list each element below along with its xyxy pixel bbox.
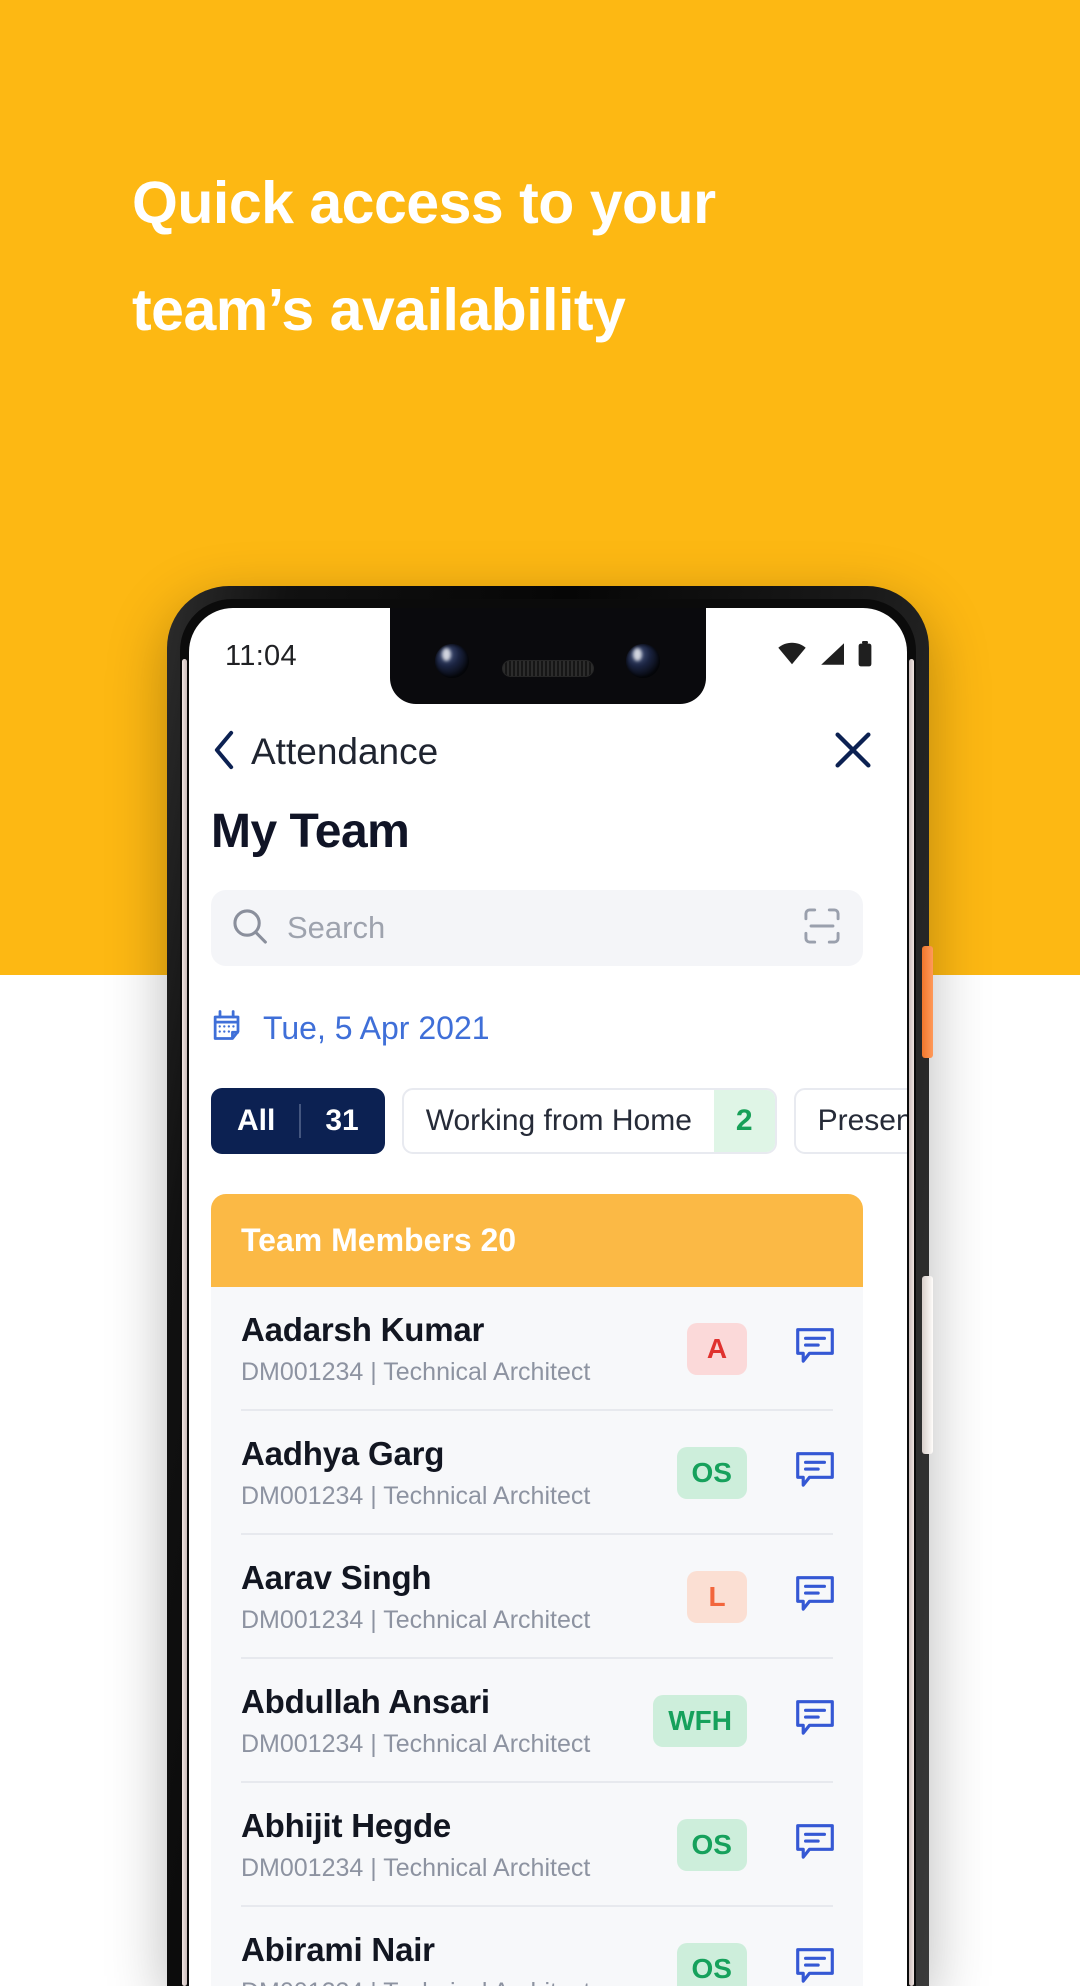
member-employee-id: DM001234 xyxy=(241,1482,363,1510)
member-name: Abdullah Ansari xyxy=(241,1683,653,1721)
status-badge: WFH xyxy=(653,1695,747,1747)
chat-bubble-icon[interactable] xyxy=(793,1573,837,1622)
promo-headline-line2: team’s availability xyxy=(132,257,932,364)
volume-button[interactable] xyxy=(922,1276,933,1454)
date-selector[interactable]: Tue, 5 Apr 2021 xyxy=(211,1008,490,1049)
promo-headline: Quick access to your team’s availability xyxy=(132,150,932,365)
team-members-list: Team Members 20 Aadarsh Kumar DM001234 | … xyxy=(211,1194,863,1986)
battery-icon xyxy=(857,641,873,672)
status-badge: A xyxy=(687,1323,747,1375)
calendar-edit-icon xyxy=(211,1008,247,1049)
app-header: Attendance xyxy=(189,704,907,800)
member-meta: DM001234 | Technical Architect xyxy=(241,1978,677,1986)
member-employee-id: DM001234 xyxy=(241,1854,363,1882)
chat-bubble-icon[interactable] xyxy=(793,1697,837,1746)
filter-chip-all-label: All xyxy=(211,1104,299,1138)
date-label: Tue, 5 Apr 2021 xyxy=(263,1010,490,1047)
meta-separator: | xyxy=(370,1606,377,1634)
power-button[interactable] xyxy=(922,946,933,1058)
status-bar: 11:04 xyxy=(189,608,907,704)
member-info: Aarav Singh DM001234 | Technical Architec… xyxy=(241,1559,687,1635)
member-role: Technical Architect xyxy=(383,1730,590,1758)
member-meta: DM001234 | Technical Architect xyxy=(241,1358,687,1387)
member-name: Aadarsh Kumar xyxy=(241,1311,687,1349)
member-meta: DM001234 | Technical Architect xyxy=(241,1606,687,1635)
member-meta: DM001234 | Technical Architect xyxy=(241,1730,653,1759)
team-members-rows: Aadarsh Kumar DM001234 | Technical Archit… xyxy=(211,1287,863,1986)
table-row[interactable]: Aarav Singh DM001234 | Technical Architec… xyxy=(211,1535,863,1659)
table-row[interactable]: Abirami Nair DM001234 | Technical Archite… xyxy=(211,1907,863,1986)
team-members-banner: Team Members 20 xyxy=(211,1194,863,1287)
member-info: Aadarsh Kumar DM001234 | Technical Archit… xyxy=(241,1311,687,1387)
member-employee-id: DM001234 xyxy=(241,1978,363,1986)
status-bar-clock: 11:04 xyxy=(225,640,297,673)
back-navigation[interactable]: Attendance xyxy=(211,730,438,775)
member-name: Aadhya Garg xyxy=(241,1435,677,1473)
table-row[interactable]: Aadhya Garg DM001234 | Technical Architec… xyxy=(211,1411,863,1535)
meta-separator: | xyxy=(370,1730,377,1758)
filter-chip-wfh-count: 2 xyxy=(714,1090,775,1152)
search-bar[interactable]: Search xyxy=(211,890,863,966)
table-row[interactable]: Aadarsh Kumar DM001234 | Technical Archit… xyxy=(211,1287,863,1411)
member-meta: DM001234 | Technical Architect xyxy=(241,1854,677,1883)
chat-bubble-icon[interactable] xyxy=(793,1449,837,1498)
member-employee-id: DM001234 xyxy=(241,1358,363,1386)
status-badge: OS xyxy=(677,1447,747,1499)
search-icon xyxy=(231,907,269,950)
device-rim-right xyxy=(909,659,914,1986)
scan-qr-icon[interactable] xyxy=(803,907,841,950)
meta-separator: | xyxy=(370,1358,377,1386)
member-info: Abhijit Hegde DM001234 | Technical Archit… xyxy=(241,1807,677,1883)
meta-separator: | xyxy=(370,1482,377,1510)
filter-chip-present[interactable]: Present o xyxy=(794,1088,907,1154)
member-info: Aadhya Garg DM001234 | Technical Architec… xyxy=(241,1435,677,1511)
header-title: Attendance xyxy=(251,731,438,773)
filter-chip-wfh-label: Working from Home xyxy=(404,1104,714,1138)
phone-screen: 11:04 xyxy=(189,608,907,1986)
member-employee-id: DM001234 xyxy=(241,1606,363,1634)
table-row[interactable]: Abhijit Hegde DM001234 | Technical Archit… xyxy=(211,1783,863,1907)
cellular-signal-icon xyxy=(818,642,846,671)
phone-device-frame: 11:04 xyxy=(167,586,929,1986)
member-name: Abhijit Hegde xyxy=(241,1807,677,1845)
member-name: Abirami Nair xyxy=(241,1931,677,1969)
member-name: Aarav Singh xyxy=(241,1559,687,1597)
close-icon[interactable] xyxy=(833,730,873,775)
filter-chip-present-label: Present o xyxy=(796,1104,907,1138)
table-row[interactable]: Abdullah Ansari DM001234 | Technical Arch… xyxy=(211,1659,863,1783)
status-badge: OS xyxy=(677,1943,747,1986)
filter-chip-all-count: 31 xyxy=(299,1104,384,1138)
meta-separator: | xyxy=(370,1978,377,1986)
member-meta: DM001234 | Technical Architect xyxy=(241,1482,677,1511)
member-info: Abdullah Ansari DM001234 | Technical Arch… xyxy=(241,1683,653,1759)
chat-bubble-icon[interactable] xyxy=(793,1821,837,1870)
page-title: My Team xyxy=(211,804,409,859)
member-role: Technical Architect xyxy=(383,1358,590,1386)
promo-headline-line1: Quick access to your xyxy=(132,150,932,257)
chevron-left-icon[interactable] xyxy=(211,730,237,775)
status-badge: L xyxy=(687,1571,747,1623)
member-role: Technical Architect xyxy=(383,1978,590,1986)
filter-chip-all[interactable]: All 31 xyxy=(211,1088,385,1154)
member-employee-id: DM001234 xyxy=(241,1730,363,1758)
member-role: Technical Architect xyxy=(383,1854,590,1882)
chat-bubble-icon[interactable] xyxy=(793,1945,837,1986)
chat-bubble-icon[interactable] xyxy=(793,1325,837,1374)
status-badge: OS xyxy=(677,1819,747,1871)
phone-bezel: 11:04 xyxy=(180,599,916,1986)
status-bar-icons xyxy=(777,641,873,672)
filter-chip-working-from-home[interactable]: Working from Home 2 xyxy=(402,1088,777,1154)
meta-separator: | xyxy=(370,1854,377,1882)
member-info: Abirami Nair DM001234 | Technical Archite… xyxy=(241,1931,677,1986)
wifi-icon xyxy=(777,642,807,671)
search-input[interactable]: Search xyxy=(287,910,785,946)
filter-chips: All 31 Working from Home 2 Present o xyxy=(211,1088,907,1154)
member-role: Technical Architect xyxy=(383,1482,590,1510)
device-rim-left xyxy=(182,659,187,1986)
member-role: Technical Architect xyxy=(383,1606,590,1634)
